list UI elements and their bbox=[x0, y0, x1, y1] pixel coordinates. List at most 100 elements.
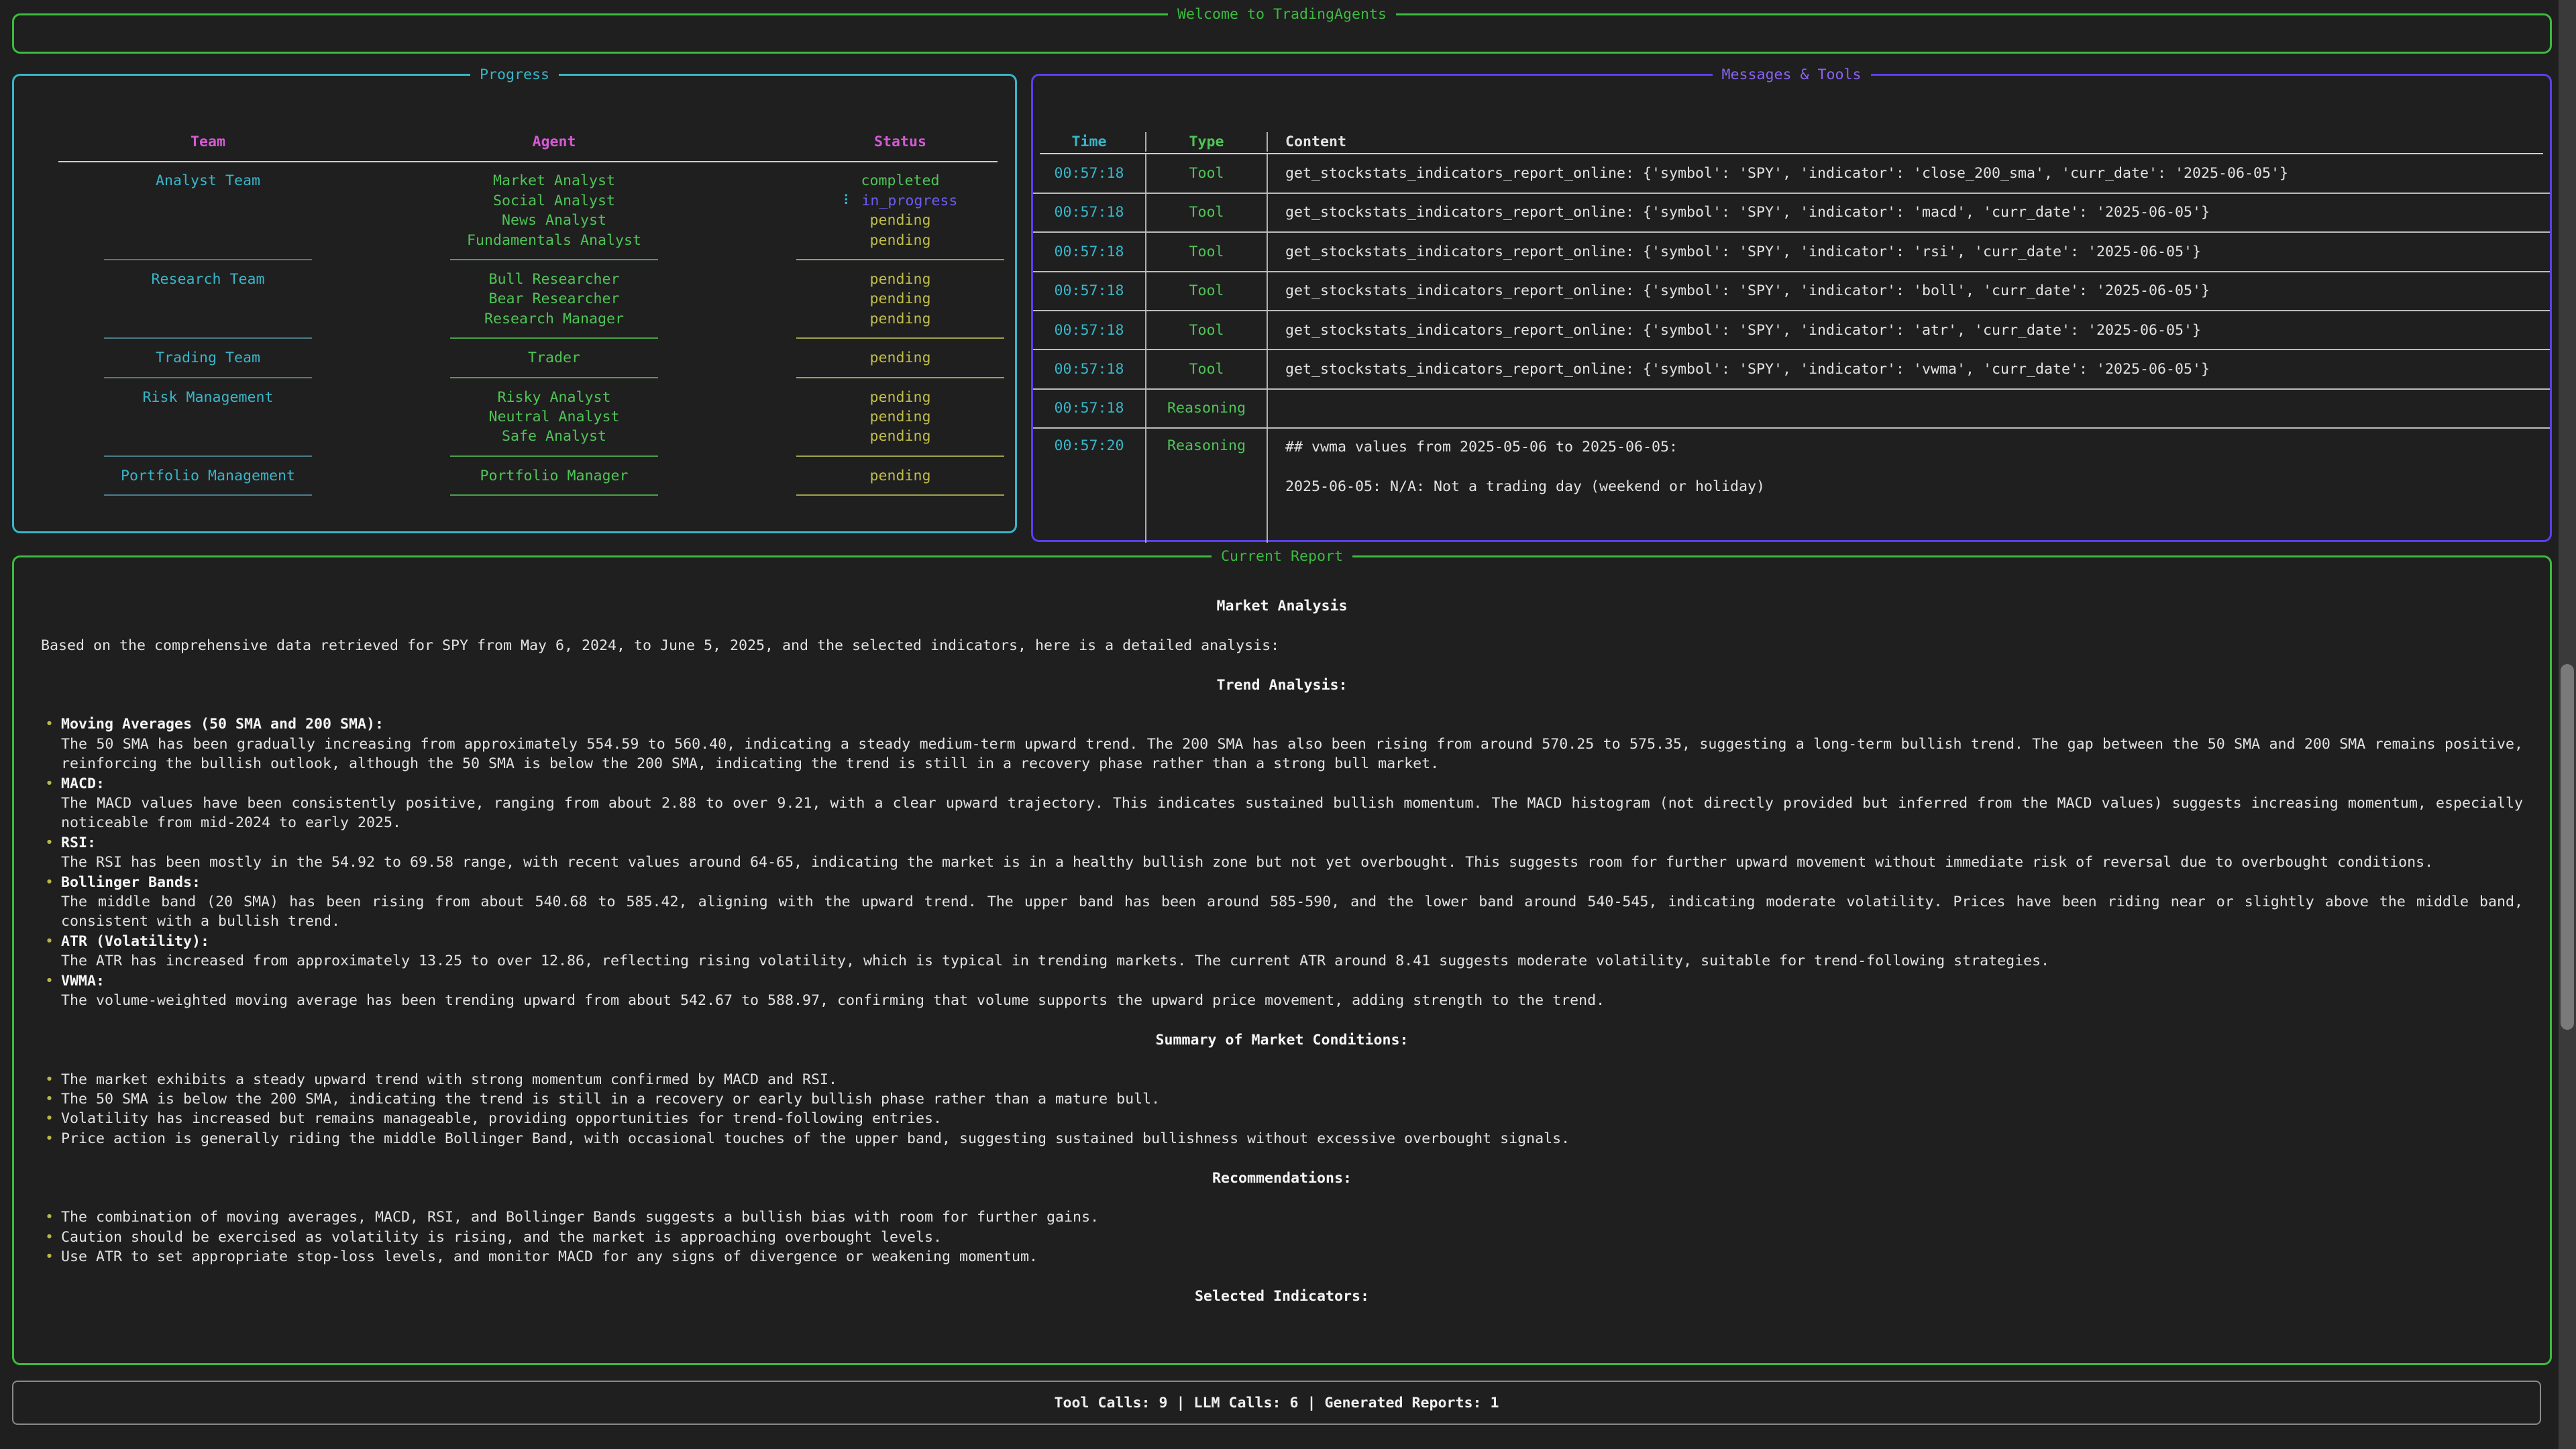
type-badge: Reasoning bbox=[1167, 400, 1246, 417]
report-bullet: Price action is generally riding the mid… bbox=[41, 1129, 2523, 1148]
report-section-heading: Selected Indicators: bbox=[41, 1287, 2523, 1306]
status-cell: pending bbox=[796, 270, 1004, 289]
message-time: 00:57:18 bbox=[1033, 311, 1146, 349]
message-row: 00:57:18Toolget_stockstats_indicators_re… bbox=[1033, 311, 2550, 350]
progress-row: Safe Analystpending bbox=[104, 427, 1015, 446]
team-cell bbox=[104, 289, 312, 309]
status-separator-line bbox=[796, 455, 1004, 457]
group-separator bbox=[104, 368, 1015, 388]
time-text: 00:57:18 bbox=[1054, 282, 1124, 299]
status-cell: ⠇ in_progress bbox=[796, 191, 1004, 211]
report-bullet: The 50 SMA is below the 200 SMA, indicat… bbox=[41, 1089, 2523, 1109]
status-cell: pending bbox=[796, 231, 1004, 250]
content-line: ## vwma values from 2025-05-06 to 2025-0… bbox=[1285, 437, 2550, 457]
team-cell bbox=[104, 309, 312, 329]
agent-cell: Safe Analyst bbox=[450, 427, 658, 446]
status-text: in_progress bbox=[861, 193, 957, 209]
progress-table-header: Team Agent Status bbox=[104, 132, 1015, 152]
message-content: ## vwma values from 2025-05-06 to 2025-0… bbox=[1268, 429, 2550, 543]
bullet-text: The middle band (20 SMA) has been rising… bbox=[61, 892, 2523, 932]
message-row: 00:57:18 Tool get_stockstats_indicators_re… bbox=[1033, 194, 2550, 233]
message-row: 00:57:18 Reasoning bbox=[1033, 390, 2550, 429]
bullet-text: The ATR has increased from approximately… bbox=[61, 951, 2523, 971]
agent-cell: Research Manager bbox=[450, 309, 658, 329]
content-text: get_stockstats_indicators_report_online:… bbox=[1285, 361, 2210, 378]
agent-cell: Bull Researcher bbox=[450, 270, 658, 289]
message-content: get_stockstats_indicators_report_online:… bbox=[1268, 272, 2550, 310]
team-cell bbox=[104, 231, 312, 250]
current-report-panel: Current Report Market Analysis Based on … bbox=[12, 555, 2552, 1365]
content-text: get_stockstats_indicators_report_online:… bbox=[1285, 165, 2288, 182]
agent-cell: Portfolio Manager bbox=[450, 466, 658, 486]
report-bullet: Use ATR to set appropriate stop-loss lev… bbox=[41, 1247, 2523, 1267]
status-cell: pending bbox=[796, 211, 1004, 230]
team-separator-line bbox=[104, 377, 312, 378]
agent-separator-line bbox=[450, 494, 658, 496]
type-badge: Reasoning bbox=[1167, 437, 1246, 454]
bullet-text: The volume-weighted moving average has b… bbox=[61, 991, 2523, 1010]
time-text: 00:57:20 bbox=[1054, 437, 1124, 454]
progress-row: Bear Researcherpending bbox=[104, 289, 1015, 309]
bullet-text: Use ATR to set appropriate stop-loss lev… bbox=[61, 1247, 2523, 1267]
status-cell: pending bbox=[796, 348, 1004, 368]
status-separator-line bbox=[796, 259, 1004, 260]
scrollbar-thumb[interactable] bbox=[2561, 664, 2574, 1030]
messages-tools-panel: Messages & Tools Time Type Content 00:57… bbox=[1031, 74, 2552, 542]
message-time: 00:57:18 bbox=[1033, 194, 1146, 231]
bullet-text: Caution should be exercised as volatilit… bbox=[61, 1228, 2523, 1247]
bullet-text: The 50 SMA is below the 200 SMA, indicat… bbox=[61, 1089, 2523, 1109]
content-text: get_stockstats_indicators_report_online:… bbox=[1285, 204, 2210, 221]
report-bullet: Caution should be exercised as volatilit… bbox=[41, 1228, 2523, 1247]
column-header-time: Time bbox=[1033, 132, 1146, 152]
agent-separator-line bbox=[450, 337, 658, 339]
progress-row: Research Manager pending bbox=[104, 309, 1015, 329]
column-header-content: Content bbox=[1268, 132, 2550, 152]
bullet-term: VWMA: bbox=[61, 971, 2523, 991]
report-bullet: Volatility has increased but remains man… bbox=[41, 1109, 2523, 1128]
agent-separator-line bbox=[450, 455, 658, 457]
content-text: get_stockstats_indicators_report_online:… bbox=[1285, 282, 2210, 299]
type-badge: Tool bbox=[1189, 282, 1224, 299]
report-bullet: Moving Averages (50 SMA and 200 SMA):The… bbox=[41, 714, 2523, 773]
message-type: Reasoning bbox=[1146, 429, 1268, 543]
agent-separator-line bbox=[450, 259, 658, 260]
content-line: 2025-06-05: N/A: Not a trading day (week… bbox=[1285, 477, 2550, 496]
progress-row: Fundamentals Analystpending bbox=[104, 231, 1015, 250]
stats-text: Tool Calls: 9 | LLM Calls: 6 | Generated… bbox=[1054, 1395, 1499, 1411]
bullet-term: ATR (Volatility): bbox=[61, 932, 2523, 951]
message-type: Reasoning bbox=[1146, 390, 1268, 427]
bullet-text: Volatility has increased but remains man… bbox=[61, 1109, 2523, 1128]
status-cell: pending bbox=[796, 309, 1004, 329]
agent-cell: Risky Analyst bbox=[450, 388, 658, 407]
message-row: 00:57:20 Reasoning ## vwma values from 202… bbox=[1033, 429, 2550, 543]
agent-cell: Neutral Analyst bbox=[450, 407, 658, 427]
column-header-status: Status bbox=[796, 132, 1004, 152]
team-separator-line bbox=[104, 337, 312, 339]
spinner-icon: ⠇ bbox=[843, 193, 854, 209]
report-list: The market exhibits a steady upward tren… bbox=[41, 1070, 2523, 1149]
bullet-term: Moving Averages (50 SMA and 200 SMA): bbox=[61, 714, 2523, 734]
message-row: 00:57:18Toolget_stockstats_indicators_re… bbox=[1033, 233, 2550, 272]
content-text: get_stockstats_indicators_report_online:… bbox=[1285, 244, 2201, 260]
time-text: 00:57:18 bbox=[1054, 204, 1124, 221]
scrollbar-track[interactable] bbox=[2559, 0, 2576, 1449]
agent-cell: Social Analyst bbox=[450, 191, 658, 211]
messages-table-header: Time Type Content bbox=[1033, 132, 2550, 152]
message-time: 00:57:18 bbox=[1033, 390, 1146, 427]
group-separator bbox=[104, 329, 1015, 348]
group-separator bbox=[104, 250, 1015, 270]
report-intro: Based on the comprehensive data retrieve… bbox=[41, 636, 2523, 655]
type-badge: Tool bbox=[1189, 204, 1224, 221]
team-separator-line bbox=[104, 494, 312, 496]
bullet-text: Price action is generally riding the mid… bbox=[61, 1129, 2523, 1148]
report-bullet: The combination of moving averages, MACD… bbox=[41, 1208, 2523, 1227]
bullet-text: The 50 SMA has been gradually increasing… bbox=[61, 735, 2523, 774]
message-time: 00:57:18 bbox=[1033, 154, 1146, 192]
type-badge: Tool bbox=[1189, 165, 1224, 182]
progress-panel: Progress Team Agent Status Analyst TeamM… bbox=[12, 74, 1017, 533]
column-header-team: Team bbox=[104, 132, 312, 152]
progress-panel-title: Progress bbox=[470, 65, 559, 85]
status-cell: pending bbox=[796, 289, 1004, 309]
content-line bbox=[1285, 458, 2550, 477]
agent-cell: Market Analyst bbox=[450, 171, 658, 191]
